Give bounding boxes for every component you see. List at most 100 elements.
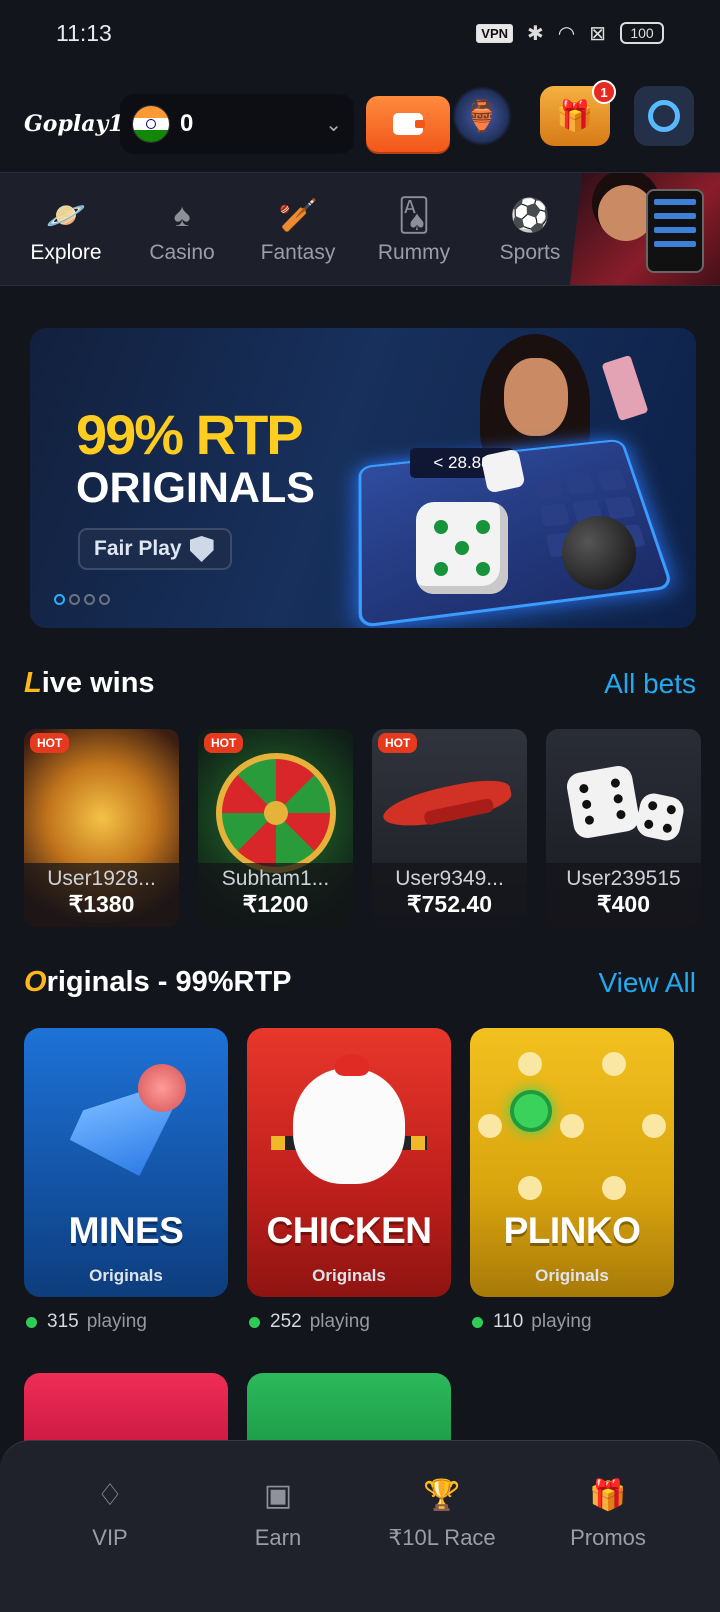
chicken-card[interactable]: CHICKEN Originals xyxy=(247,1028,451,1297)
carousel-dots[interactable] xyxy=(54,594,110,605)
hot-badge: HOT xyxy=(204,733,244,753)
win-amount: ₹1380 xyxy=(68,891,135,917)
plinko-card[interactable]: PLINKO Originals xyxy=(470,1028,674,1297)
wifi-icon: ◠ xyxy=(557,22,576,45)
balance-selector[interactable]: 0 ⌄ xyxy=(120,94,354,154)
plinko-ball-icon xyxy=(510,1090,552,1132)
carousel-dot[interactable] xyxy=(54,594,65,605)
originals-list: MINES Originals 315 playing CHICKEN Orig… xyxy=(24,1028,674,1333)
live-wins-list: HOT User1928... ₹1380 HOT Subham1... ₹12… xyxy=(24,729,720,929)
hot-badge: HOT xyxy=(378,733,418,753)
battery-icon: 100 xyxy=(620,22,664,44)
wallet-button[interactable] xyxy=(366,96,450,152)
small-dice-image xyxy=(480,448,526,494)
tab-sports[interactable]: ⚽ Sports xyxy=(472,195,588,265)
online-dot-icon xyxy=(249,1316,260,1328)
spade-icon: ♠ xyxy=(173,196,191,233)
online-dot-icon xyxy=(26,1316,37,1328)
fair-play-badge: Fair Play xyxy=(78,528,232,570)
online-dot-icon xyxy=(472,1316,483,1328)
winner-username: Subham1... xyxy=(221,867,330,890)
planet-icon: 🪐 xyxy=(46,197,86,233)
tab-label: Fantasy xyxy=(260,241,336,264)
carousel-dot[interactable] xyxy=(84,594,95,605)
game-tile-plinko[interactable]: PLINKO Originals 110 playing xyxy=(470,1028,674,1333)
game-name: MINES xyxy=(68,1210,184,1251)
live-win-card[interactable]: User239515 ₹400 xyxy=(546,729,701,927)
nav-label: Promos xyxy=(570,1525,646,1550)
mine-icon xyxy=(138,1064,186,1112)
promo-thumbnail[interactable] xyxy=(570,173,720,285)
tab-fantasy[interactable]: 🏏 Fantasy xyxy=(240,195,356,265)
nav-earn[interactable]: ▣ Earn xyxy=(198,1475,358,1551)
all-bets-link[interactable]: All bets xyxy=(604,668,696,700)
app-logo[interactable]: Goplay11 xyxy=(24,111,139,137)
game-name: CHICKEN xyxy=(266,1210,432,1251)
nav-label: Earn xyxy=(254,1525,302,1550)
category-nav: 🪐 Explore ♠ Casino 🏏 Fantasy 🂡 Rummy ⚽ S… xyxy=(0,172,720,286)
tab-label: Casino xyxy=(149,241,215,264)
live-win-card[interactable]: HOT User9349... ₹752.40 xyxy=(372,729,527,927)
trophy-icon: 🏆 xyxy=(423,1478,461,1512)
game-category: Originals xyxy=(535,1266,609,1285)
nav-promos[interactable]: 🎁 Promos xyxy=(528,1475,688,1551)
bottom-nav: ♢ VIP ▣ Earn 🏆 ₹10L Race 🎁 Promos xyxy=(0,1440,720,1612)
game-name: PLINKO xyxy=(503,1210,641,1251)
india-flag-icon xyxy=(132,105,170,143)
nav-race[interactable]: 🏆 ₹10L Race xyxy=(362,1475,522,1551)
tab-explore[interactable]: 🪐 Explore xyxy=(8,195,124,265)
players-count: 110 playing xyxy=(470,1311,674,1333)
game-tile-chicken[interactable]: CHICKEN Originals 252 playing xyxy=(247,1028,451,1333)
game-category: Originals xyxy=(89,1266,163,1285)
carousel-dot[interactable] xyxy=(99,594,110,605)
bomb-image xyxy=(562,516,636,590)
nav-label: ₹10L Race xyxy=(388,1525,496,1550)
view-all-link[interactable]: View All xyxy=(598,967,696,999)
game-category: Originals xyxy=(312,1266,386,1285)
tab-rummy[interactable]: 🂡 Rummy xyxy=(356,195,472,265)
players-count: 315 playing xyxy=(24,1311,228,1333)
support-icon[interactable] xyxy=(634,86,694,146)
cricket-bat-icon: 🏏 xyxy=(278,197,318,233)
chevron-down-icon: ⌄ xyxy=(325,113,342,136)
players-count: 252 playing xyxy=(247,1311,451,1333)
rupee-card-icon: ▣ xyxy=(263,1478,293,1512)
fair-play-label: Fair Play xyxy=(94,537,182,560)
wallet-icon xyxy=(393,113,425,135)
hero-banner[interactable]: < 28.88 99% RTP ORIGINALS Fair Play xyxy=(30,328,696,628)
live-wins-title: Live wins xyxy=(24,667,155,699)
nav-label: VIP xyxy=(92,1525,128,1550)
nav-vip[interactable]: ♢ VIP xyxy=(30,1475,190,1551)
notification-badge: 1 xyxy=(592,80,616,104)
bluetooth-icon: ✱ xyxy=(527,22,544,45)
app-header: Goplay11 0 ⌄ 🏺 🎁 1 xyxy=(0,76,720,172)
gift-icon: 🎁 xyxy=(589,1478,627,1512)
win-amount: ₹1200 xyxy=(242,891,309,917)
live-win-card[interactable]: HOT Subham1... ₹1200 xyxy=(198,729,353,927)
treasure-chest-icon[interactable]: 🎁 1 xyxy=(540,80,616,146)
live-win-card[interactable]: HOT User1928... ₹1380 xyxy=(24,729,179,927)
vpn-badge: VPN xyxy=(476,23,514,43)
phone-image xyxy=(646,189,704,273)
winner-username: User1928... xyxy=(47,867,156,890)
game-tile-mines[interactable]: MINES Originals 315 playing xyxy=(24,1028,228,1333)
status-time: 11:13 xyxy=(56,19,112,46)
jar-icon[interactable]: 🏺 xyxy=(452,86,512,146)
banner-headline: 99% RTP xyxy=(76,403,304,466)
tab-label: Sports xyxy=(499,241,561,264)
tab-label: Explore xyxy=(30,241,102,264)
mines-card[interactable]: MINES Originals xyxy=(24,1028,228,1297)
status-bar: 11:13 VPN ✱ ◠ ⊠ 100 xyxy=(0,0,720,66)
carousel-dot[interactable] xyxy=(69,594,80,605)
sim-off-icon: ⊠ xyxy=(589,22,606,45)
shield-check-icon xyxy=(189,536,214,562)
hot-badge: HOT xyxy=(30,733,70,753)
diamond-heart-icon: ♢ xyxy=(96,1478,124,1512)
tab-label: Rummy xyxy=(377,241,451,264)
originals-title: Originals - 99%RTP xyxy=(24,966,292,998)
banner-subheadline: ORIGINALS xyxy=(76,464,315,512)
football-icon: ⚽ xyxy=(510,197,550,233)
tab-casino[interactable]: ♠ Casino xyxy=(124,195,240,265)
balance-value: 0 xyxy=(180,110,194,137)
winner-username: User239515 xyxy=(566,867,681,890)
